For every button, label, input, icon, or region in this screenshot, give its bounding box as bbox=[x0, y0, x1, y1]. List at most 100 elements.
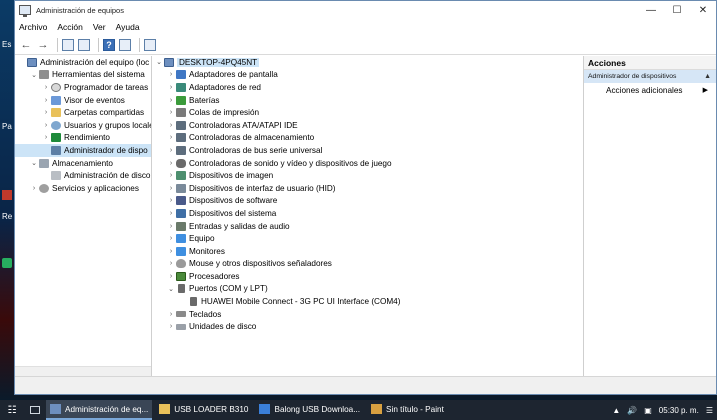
chevron-right-icon[interactable]: › bbox=[166, 122, 176, 129]
show-hide-tree-icon[interactable] bbox=[78, 38, 90, 51]
volume-icon[interactable]: 🔊 bbox=[627, 406, 637, 415]
menu-ver[interactable]: Ver bbox=[93, 22, 106, 32]
chevron-right-icon[interactable]: › bbox=[166, 172, 176, 179]
monitor-icon[interactable] bbox=[144, 38, 156, 51]
chevron-right-icon[interactable]: › bbox=[29, 185, 39, 192]
tree-item[interactable]: › Carpetas compartidas bbox=[15, 106, 151, 119]
tree-item[interactable]: › Dispositivos de imagen bbox=[152, 169, 583, 182]
tree-item[interactable]: › Programador de tareas bbox=[15, 81, 151, 94]
more-actions-item[interactable]: Acciones adicionales ▶ bbox=[584, 83, 716, 97]
tree-item[interactable]: ⌄ Herramientas del sistema bbox=[15, 69, 151, 82]
tree-item[interactable]: › Dispositivos de interfaz de usuario (HI… bbox=[152, 182, 583, 195]
chevron-right-icon[interactable]: › bbox=[166, 97, 176, 104]
chevron-right-icon[interactable]: › bbox=[166, 235, 176, 242]
chevron-right-icon[interactable]: › bbox=[166, 323, 176, 330]
tree-item[interactable]: Administrador de dispo bbox=[15, 144, 151, 157]
chevron-right-icon[interactable]: › bbox=[41, 97, 51, 104]
close-button[interactable]: ✕ bbox=[690, 1, 716, 19]
tree-item[interactable]: › Adaptadores de red bbox=[152, 81, 583, 94]
chevron-right-icon[interactable]: › bbox=[166, 109, 176, 116]
horizontal-scrollbar[interactable] bbox=[15, 366, 151, 376]
chevron-right-icon[interactable]: › bbox=[166, 260, 176, 267]
tree-item[interactable]: › Controladoras de sonido y vídeo y dispo… bbox=[152, 157, 583, 170]
tree-root[interactable]: ⌄ DESKTOP-4PQ45NT bbox=[152, 56, 583, 69]
chevron-right-icon[interactable]: › bbox=[166, 134, 176, 141]
tree-item[interactable]: › Procesadores bbox=[152, 270, 583, 283]
desktop-icon[interactable] bbox=[2, 258, 12, 268]
notifications-icon[interactable]: ☰ bbox=[706, 406, 713, 415]
collapse-up-icon[interactable]: ▲ bbox=[704, 73, 711, 80]
minimize-button[interactable]: — bbox=[638, 1, 664, 19]
taskbar-item[interactable]: USB LOADER B310 bbox=[155, 400, 252, 420]
taskbar-item[interactable]: Sin título - Paint bbox=[367, 400, 448, 420]
tree-item[interactable]: › Controladoras ATA/ATAPI IDE bbox=[152, 119, 583, 132]
tree-item[interactable]: › Rendimiento bbox=[15, 132, 151, 145]
chevron-right-icon[interactable]: › bbox=[166, 84, 176, 91]
menu-archivo[interactable]: Archivo bbox=[19, 22, 47, 32]
tree-item[interactable]: ⌄ Almacenamiento bbox=[15, 157, 151, 170]
desktop-icon[interactable] bbox=[2, 190, 12, 200]
print-icon bbox=[176, 108, 186, 118]
chevron-right-icon[interactable]: › bbox=[41, 109, 51, 116]
chevron-right-icon[interactable]: › bbox=[166, 311, 176, 318]
taskbar-item[interactable]: Balong USB Downloa... bbox=[255, 400, 364, 420]
tree-item[interactable]: › Teclados bbox=[152, 308, 583, 321]
tree-item[interactable]: › Equipo bbox=[152, 232, 583, 245]
tree-item[interactable]: › Usuarios y grupos locale bbox=[15, 119, 151, 132]
tree-item[interactable]: › Servicios y aplicaciones bbox=[15, 182, 151, 195]
chevron-right-icon[interactable]: › bbox=[166, 71, 176, 78]
tree-item[interactable]: › Colas de impresión bbox=[152, 106, 583, 119]
tree-item[interactable]: › Baterías bbox=[152, 94, 583, 107]
hdd-icon bbox=[176, 323, 186, 330]
clock[interactable]: 05:30 p. m. bbox=[659, 406, 699, 415]
tree-item[interactable]: › Entradas y salidas de audio bbox=[152, 220, 583, 233]
tree-item[interactable]: › Controladoras de bus serie universal bbox=[152, 144, 583, 157]
tree-item[interactable]: › Dispositivos del sistema bbox=[152, 207, 583, 220]
taskbar-item[interactable]: Administración de eq... bbox=[46, 400, 153, 420]
tree-item[interactable]: › Monitores bbox=[152, 245, 583, 258]
up-folder-icon[interactable] bbox=[62, 38, 74, 51]
chevron-right-icon[interactable]: › bbox=[166, 160, 176, 167]
tree-item[interactable]: › Adaptadores de pantalla bbox=[152, 69, 583, 82]
kbd-icon bbox=[176, 311, 186, 318]
perf-icon bbox=[51, 133, 61, 143]
actions-section[interactable]: Administrador de dispositivos ▲ bbox=[584, 70, 716, 83]
tree-item[interactable]: › Visor de eventos bbox=[15, 94, 151, 107]
chevron-down-icon[interactable]: ⌄ bbox=[166, 285, 176, 293]
folder-icon bbox=[51, 108, 61, 118]
chevron-right-icon[interactable]: › bbox=[166, 248, 176, 255]
help-icon[interactable]: ? bbox=[103, 38, 115, 51]
tree-item[interactable]: › Mouse y otros dispositivos señaladores bbox=[152, 258, 583, 271]
tree-item[interactable]: Administración del equipo (loc bbox=[15, 56, 151, 69]
title-bar[interactable]: Administración de equipos — ☐ ✕ bbox=[15, 1, 716, 19]
back-arrow-icon[interactable]: ← bbox=[19, 38, 33, 52]
chevron-right-icon[interactable]: › bbox=[166, 210, 176, 217]
tree-item[interactable]: › Controladoras de almacenamiento bbox=[152, 132, 583, 145]
tree-item[interactable]: HUAWEI Mobile Connect - 3G PC UI Interfa… bbox=[152, 295, 583, 308]
chevron-right-icon[interactable]: › bbox=[166, 273, 176, 280]
chevron-down-icon[interactable]: ⌄ bbox=[154, 58, 164, 66]
task-view-icon[interactable] bbox=[24, 400, 46, 420]
chevron-right-icon[interactable]: › bbox=[166, 185, 176, 192]
chevron-right-icon[interactable]: › bbox=[41, 134, 51, 141]
tree-item[interactable]: ⌄ Puertos (COM y LPT) bbox=[152, 283, 583, 296]
chevron-right-icon[interactable]: › bbox=[41, 84, 51, 91]
chevron-right-icon[interactable]: › bbox=[166, 197, 176, 204]
tree-item[interactable]: Administración de disco bbox=[15, 169, 151, 182]
tree-item-label: Administración de disco bbox=[64, 171, 151, 181]
tree-item[interactable]: › Dispositivos de software bbox=[152, 195, 583, 208]
chevron-down-icon[interactable]: ⌄ bbox=[29, 159, 39, 167]
chevron-right-icon[interactable]: › bbox=[166, 147, 176, 154]
language-icon[interactable]: ▣ bbox=[644, 406, 652, 415]
chevron-down-icon[interactable]: ⌄ bbox=[29, 71, 39, 79]
chevron-right-icon[interactable]: › bbox=[41, 122, 51, 129]
forward-arrow-icon[interactable]: → bbox=[36, 38, 50, 52]
menu-accion[interactable]: Acción bbox=[57, 22, 83, 32]
expand-tray-icon[interactable]: ▲ bbox=[612, 406, 620, 415]
maximize-button[interactable]: ☐ bbox=[664, 1, 690, 19]
properties-icon[interactable] bbox=[119, 38, 131, 51]
menu-ayuda[interactable]: Ayuda bbox=[116, 22, 140, 32]
start-icon[interactable]: ☷ bbox=[0, 400, 24, 420]
chevron-right-icon[interactable]: › bbox=[166, 223, 176, 230]
tree-item[interactable]: › Unidades de disco bbox=[152, 320, 583, 333]
